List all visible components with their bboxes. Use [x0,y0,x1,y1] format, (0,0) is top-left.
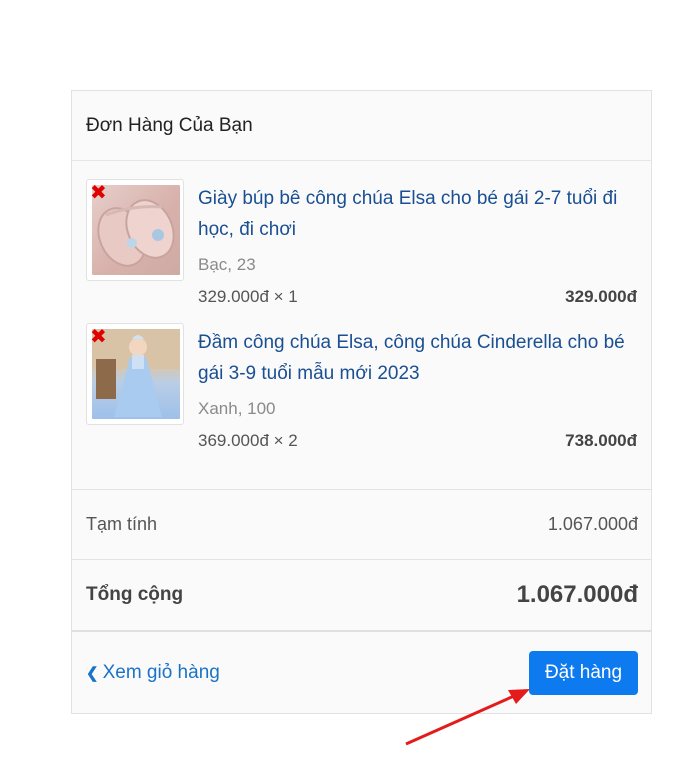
annotation-arrow-icon [405,689,530,746]
